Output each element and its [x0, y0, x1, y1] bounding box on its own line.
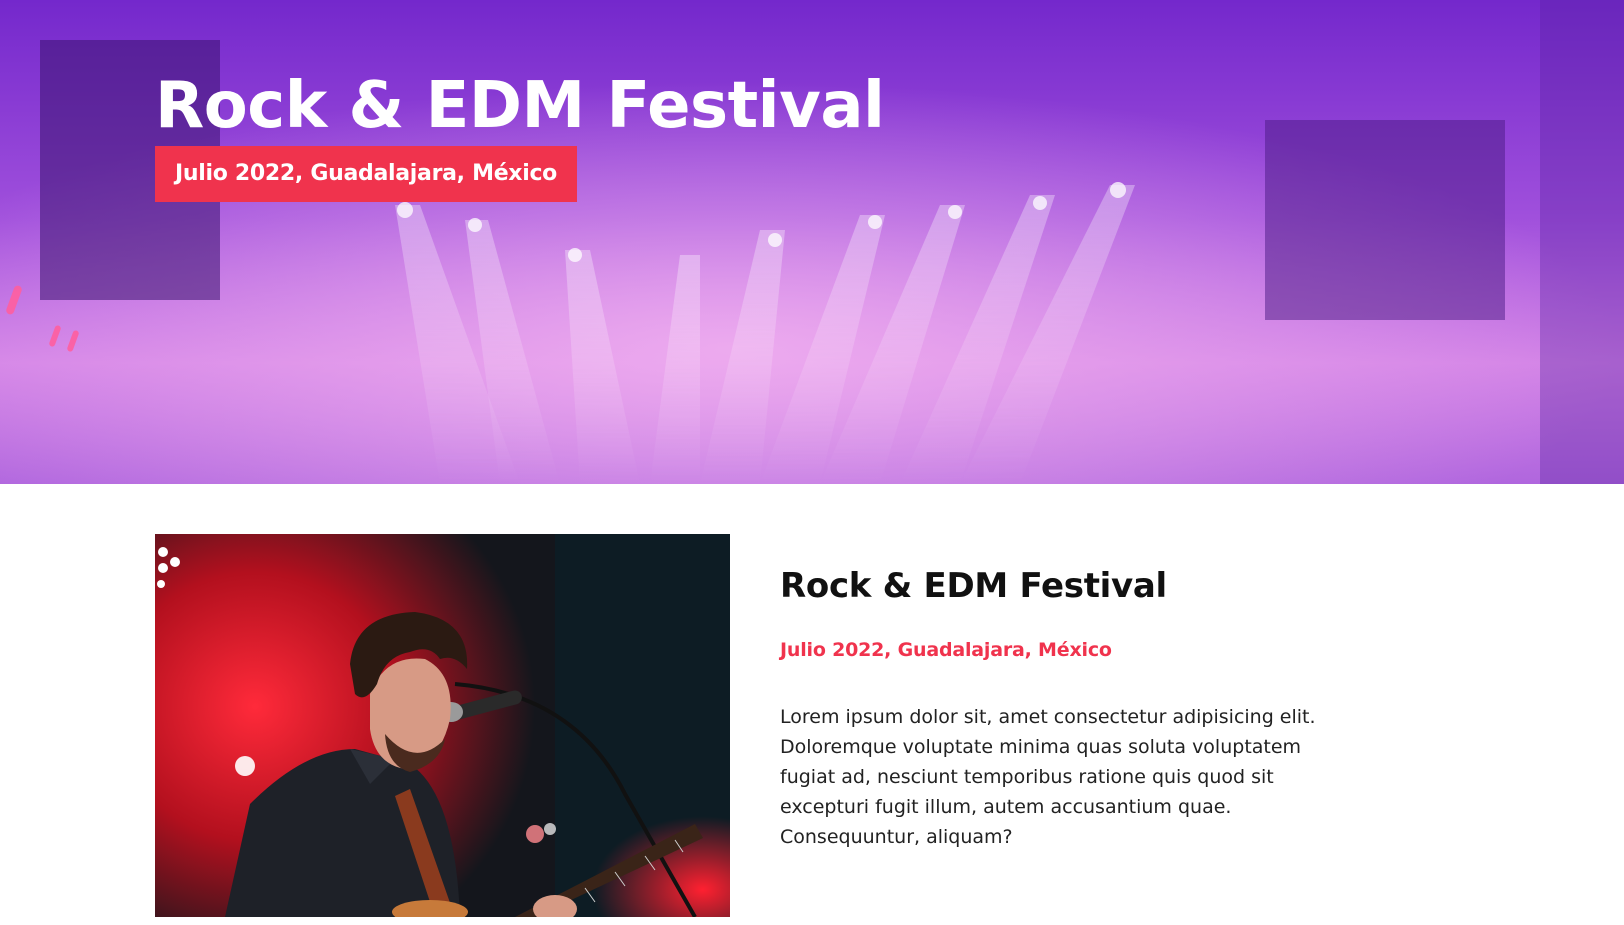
- event-image: [155, 534, 730, 917]
- event-section: Rock & EDM Festival Julio 2022, Guadalaj…: [0, 484, 1624, 925]
- event-info: Rock & EDM Festival Julio 2022, Guadalaj…: [780, 564, 1360, 852]
- event-description: Lorem ipsum dolor sit, amet consectetur …: [780, 706, 1316, 848]
- event-date-location: Julio 2022, Guadalajara, México: [780, 639, 1112, 661]
- guitarist-photo-illustration: [155, 534, 730, 917]
- hero-section: Rock & EDM Festival Julio 2022, Guadalaj…: [0, 0, 1624, 484]
- hero-content: Rock & EDM Festival Julio 2022, Guadalaj…: [155, 66, 885, 202]
- hero-date-location-badge: Julio 2022, Guadalajara, México: [155, 146, 577, 202]
- hero-title: Rock & EDM Festival: [155, 69, 885, 143]
- event-title: Rock & EDM Festival: [780, 566, 1167, 606]
